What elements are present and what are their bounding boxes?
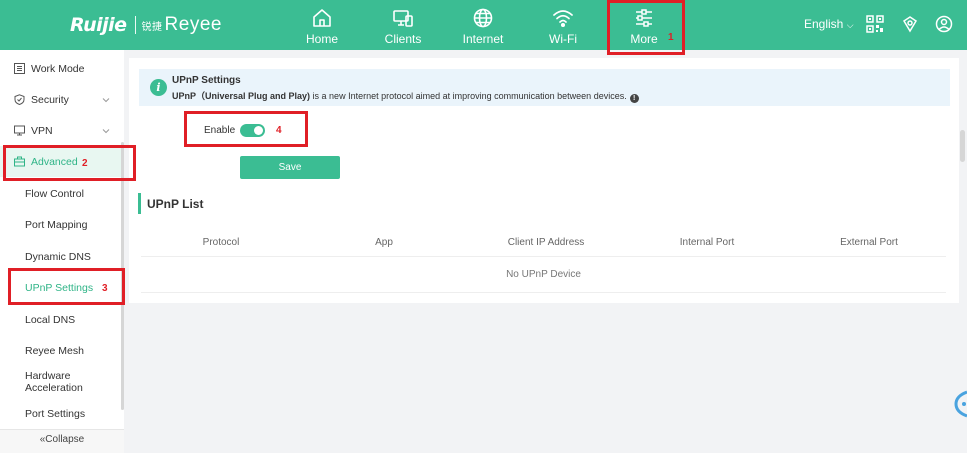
- sidebar-subitem-label: UPnP Settings: [25, 281, 94, 294]
- annotation-number-1: 1: [668, 32, 674, 43]
- sidebar-subitem-hardware-acceleration[interactable]: Hardware Acceleration: [0, 366, 121, 397]
- annotation-number-2: 2: [82, 158, 88, 169]
- annotation-number-4: 4: [276, 125, 282, 136]
- network-diagnostics-icon[interactable]: [901, 15, 919, 33]
- qr-code-icon[interactable]: [866, 15, 884, 33]
- sidebar-subitem-label: Hardware Acceleration: [25, 369, 83, 394]
- logo-divider: [134, 16, 136, 34]
- sidebar-item-advanced[interactable]: Advanced: [0, 146, 121, 177]
- column-header-external-port: External Port: [840, 237, 898, 248]
- nav-more[interactable]: More: [622, 0, 666, 50]
- monitor-icon: [393, 10, 413, 27]
- nav-internet-label: Internet: [462, 32, 504, 46]
- support-chat-icon[interactable]: [952, 390, 967, 418]
- upnp-info-title: UPnP Settings: [172, 75, 241, 86]
- chevron-down-icon: [102, 97, 110, 102]
- ruijie-reyee-logo[interactable]: Ruijie 锐捷 Reyee: [70, 12, 222, 38]
- wifi-icon: [553, 10, 573, 28]
- table-header-divider: [141, 256, 946, 257]
- nav-internet[interactable]: Internet: [461, 0, 505, 50]
- sidebar-item-label: Work Mode: [31, 62, 85, 75]
- home-icon: [313, 9, 331, 27]
- briefcase-icon: [14, 156, 25, 167]
- enable-toggle[interactable]: [240, 124, 265, 137]
- user-account-icon[interactable]: [935, 15, 953, 33]
- column-header-protocol: Protocol: [202, 237, 240, 248]
- sliders-icon: [636, 9, 652, 27]
- nav-clients-label: Clients: [384, 32, 422, 46]
- table-empty-message: No UPnP Device: [506, 269, 581, 280]
- sidebar-item-security[interactable]: Security: [0, 84, 121, 115]
- sidebar-subitem-label: Port Mapping: [25, 218, 88, 231]
- sidebar: Work Mode Security VPN Advanced Flow Con…: [0, 50, 124, 453]
- sidebar-subitem-dynamic-dns[interactable]: Dynamic DNS: [0, 241, 121, 272]
- language-select[interactable]: English ⌵: [804, 17, 854, 31]
- info-icon: i: [150, 79, 167, 96]
- sidebar-subitem-label: Dynamic DNS: [25, 250, 91, 263]
- table-bottom-divider: [141, 292, 946, 293]
- globe-icon: [473, 8, 493, 28]
- sidebar-subitem-reyee-mesh[interactable]: Reyee Mesh: [0, 335, 121, 366]
- nav-home[interactable]: Home: [302, 0, 342, 50]
- shield-icon: [14, 94, 25, 105]
- nav-more-label: More: [630, 32, 658, 46]
- nav-wifi[interactable]: Wi-Fi: [545, 0, 581, 50]
- collapse-button[interactable]: «Collapse: [0, 429, 124, 453]
- logo-reyee-text: 锐捷 Reyee: [141, 14, 222, 35]
- sidebar-subitem-local-dns[interactable]: Local DNS: [0, 304, 121, 335]
- column-header-client-ip: Client IP Address: [507, 237, 585, 248]
- column-header-app: App: [375, 237, 393, 248]
- help-icon[interactable]: !: [629, 94, 639, 103]
- upnp-info-description: UPnP（Universal Plug and Play) is a new I…: [172, 89, 639, 103]
- top-header: Ruijie 锐捷 Reyee Home Clients Internet Wi-…: [0, 0, 967, 50]
- sidebar-item-label: Security: [31, 93, 69, 106]
- sidebar-subitem-label: Port Settings: [25, 407, 86, 420]
- sidebar-item-label: VPN: [31, 124, 53, 137]
- sidebar-subitem-flow-control[interactable]: Flow Control: [0, 178, 121, 209]
- language-value: English: [804, 17, 844, 31]
- section-accent-bar: [138, 193, 141, 214]
- upnp-list-title: UPnP List: [147, 197, 204, 211]
- toggle-knob: [254, 126, 263, 135]
- page-scrollbar[interactable]: [960, 130, 965, 162]
- sidebar-item-work-mode[interactable]: Work Mode: [0, 53, 121, 84]
- sidebar-subitem-port-mapping[interactable]: Port Mapping: [0, 209, 121, 240]
- column-header-internal-port: Internal Port: [679, 237, 735, 248]
- sidebar-subitem-label: Local DNS: [25, 313, 76, 326]
- sidebar-subitem-port-settings[interactable]: Port Settings: [0, 398, 121, 429]
- annotation-number-3: 3: [102, 283, 108, 294]
- chevron-down-icon: [102, 128, 110, 133]
- chevron-down-icon: ⌵: [846, 20, 854, 30]
- sidebar-item-vpn[interactable]: VPN: [0, 115, 121, 146]
- save-button[interactable]: Save: [240, 156, 340, 179]
- sidebar-subitem-label: Reyee Mesh: [25, 344, 84, 357]
- nav-home-label: Home: [305, 32, 338, 46]
- sidebar-scrollbar[interactable]: [121, 142, 124, 410]
- logo-ruijie-text: Ruijie: [70, 14, 127, 36]
- sidebar-item-label: Advanced: [31, 155, 78, 168]
- nav-wifi-label: Wi-Fi: [549, 32, 577, 46]
- vpn-icon: [14, 125, 25, 136]
- sidebar-subitem-label: Flow Control: [25, 187, 84, 200]
- enable-label: Enable: [204, 125, 236, 136]
- list-icon: [14, 63, 25, 74]
- nav-clients[interactable]: Clients: [382, 0, 424, 50]
